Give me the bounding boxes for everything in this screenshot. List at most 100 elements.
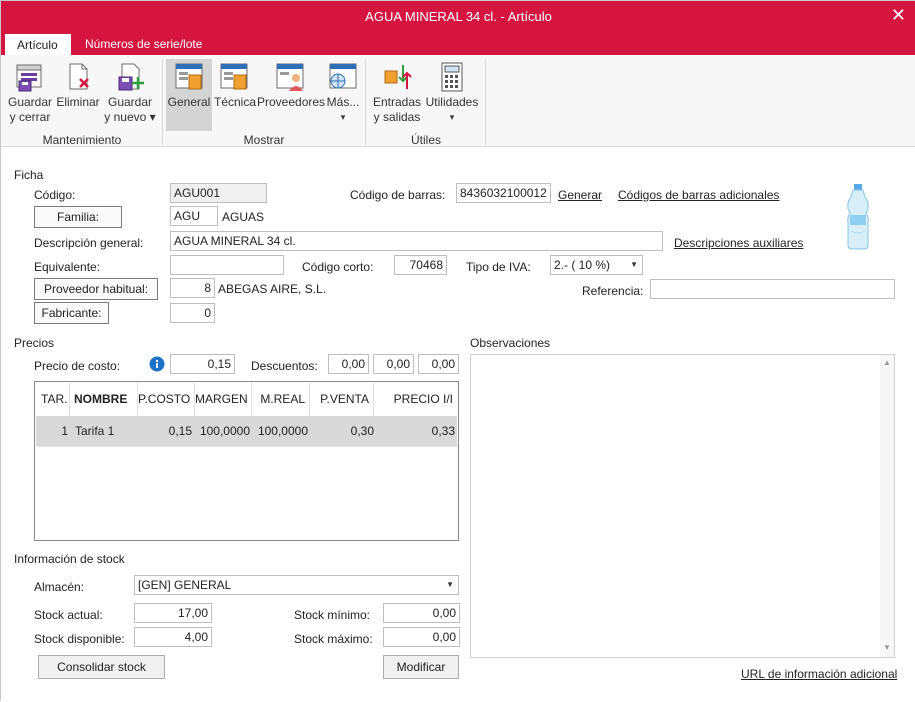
col-mreal[interactable]: M.REAL	[252, 382, 310, 416]
descripcion-field[interactable]: AGUA MINERAL 34 cl.	[170, 231, 663, 251]
delete-icon	[69, 63, 89, 90]
tab-bar: Artículo Números de serie/lote	[1, 33, 915, 55]
chevron-down-icon[interactable]: ▼	[446, 576, 454, 594]
mas-button[interactable]: Más... ▾	[325, 61, 361, 125]
scroll-down-icon[interactable]: ▼	[882, 643, 892, 653]
group-mostrar: Mostrar	[243, 133, 285, 147]
fabricante-button[interactable]: Fabricante:	[34, 302, 109, 324]
entradas-salidas-button[interactable]: Entradas y salidas	[371, 61, 423, 125]
suppliers-icon	[276, 63, 304, 91]
general-label: General	[167, 95, 211, 109]
almacen-select[interactable]: [GEN] GENERAL ▼	[134, 575, 459, 595]
tab-articulo[interactable]: Artículo	[4, 33, 72, 55]
stock-disponible-label: Stock disponible:	[34, 632, 125, 646]
section-observaciones: Observaciones	[470, 336, 551, 350]
ribbon-separator	[365, 59, 366, 145]
delete-label: Eliminar	[56, 95, 100, 109]
group-utiles: Útiles	[410, 133, 441, 147]
col-precio-ii[interactable]: PRECIO I/I	[374, 382, 457, 416]
proveedor-habitual-button[interactable]: Proveedor habitual:	[34, 278, 158, 300]
delete-button[interactable]: Eliminar	[55, 61, 101, 110]
referencia-field[interactable]	[650, 279, 895, 299]
tipo-iva-value: 2.- ( 10 %)	[554, 258, 611, 272]
tecnica-button[interactable]: Técnica	[214, 61, 256, 110]
col-margen[interactable]: MARGEN	[195, 382, 252, 416]
calculator-icon	[441, 62, 463, 92]
utilidades-button[interactable]: Utilidades ▾	[425, 61, 479, 125]
info-icon[interactable]	[149, 356, 165, 372]
article-window: AGUA MINERAL 34 cl. - Artículo ✕ Artícul…	[0, 0, 915, 702]
stock-actual-label: Stock actual:	[34, 608, 103, 622]
modificar-button[interactable]: Modificar	[383, 655, 459, 679]
col-pcosto[interactable]: P.COSTO	[138, 382, 195, 416]
general-button[interactable]: General	[166, 59, 212, 131]
descuento-1-field[interactable]: 0,00	[328, 354, 369, 374]
codigo-barras-field[interactable]: 8436032100012	[456, 183, 551, 203]
consolidar-stock-button[interactable]: Consolidar stock	[38, 655, 165, 679]
referencia-label: Referencia:	[582, 284, 644, 298]
chevron-down-icon[interactable]: ▼	[630, 256, 638, 274]
form-technical-icon	[220, 63, 248, 90]
stock-maximo-field[interactable]: 0,00	[383, 627, 460, 647]
codigo-field[interactable]: AGU001	[170, 183, 267, 203]
familia-button[interactable]: Familia:	[34, 206, 122, 228]
descuentos-label: Descuentos:	[251, 359, 318, 373]
ribbon-separator	[485, 59, 486, 145]
almacen-label: Almacén:	[34, 580, 85, 594]
proveedores-button[interactable]: Proveedores	[257, 61, 326, 110]
col-nombre[interactable]: NOMBRE	[70, 382, 138, 416]
stock-actual-field[interactable]: 17,00	[134, 603, 212, 623]
save-close-label-2: y cerrar	[9, 110, 51, 124]
col-pventa[interactable]: P.VENTA	[310, 382, 374, 416]
utilidades-label: Utilidades	[425, 95, 479, 109]
observaciones-textarea[interactable]: ▲ ▼	[470, 354, 895, 658]
section-stock: Información de stock	[14, 552, 125, 566]
tipo-iva-select[interactable]: 2.- ( 10 %) ▼	[550, 255, 643, 275]
cell-tar: 1	[61, 424, 68, 438]
tipo-iva-label: Tipo de IVA:	[466, 260, 531, 274]
mas-label: Más...	[326, 95, 360, 109]
save-close-button[interactable]: Guardar y cerrar	[7, 61, 53, 125]
group-mantenimiento: Mantenimiento	[42, 133, 122, 147]
codigo-label: Código:	[34, 188, 76, 202]
scroll-up-icon[interactable]: ▲	[882, 358, 892, 368]
table-row[interactable]: 1 Tarifa 1 0,15 100,0000 100,0000 0,30 0…	[36, 416, 457, 446]
tab-numeros-serie-lote[interactable]: Números de serie/lote	[73, 33, 214, 55]
form-general-icon	[175, 63, 203, 90]
section-ficha: Ficha	[14, 168, 44, 182]
url-informacion-link[interactable]: URL de información adicional	[741, 667, 897, 681]
save-close-label-1: Guardar	[7, 95, 53, 109]
close-icon[interactable]: ✕	[891, 5, 906, 26]
precio-costo-field[interactable]: 0,15	[170, 354, 235, 374]
generar-link[interactable]: Generar	[558, 188, 602, 202]
almacen-value: [GEN] GENERAL	[138, 578, 232, 592]
observaciones-scrollbar[interactable]: ▲ ▼	[880, 355, 894, 657]
codigo-barras-label: Código de barras:	[350, 188, 446, 202]
title-bar: AGUA MINERAL 34 cl. - Artículo ✕	[1, 1, 915, 33]
cell-nombre: Tarifa 1	[75, 424, 115, 438]
equivalente-field[interactable]	[170, 255, 284, 275]
tarifas-grid[interactable]: TAR. NOMBRE P.COSTO MARGEN M.REAL P.VENT…	[34, 381, 459, 541]
stock-disponible-field[interactable]: 4,00	[134, 627, 212, 647]
fabricante-field[interactable]: 0	[170, 303, 215, 323]
stock-minimo-field[interactable]: 0,00	[383, 603, 460, 623]
proveedor-code-field[interactable]: 8	[170, 278, 215, 298]
col-tar[interactable]: TAR.	[35, 382, 70, 416]
descuento-3-field[interactable]: 0,00	[418, 354, 459, 374]
codigos-adicionales-link[interactable]: Códigos de barras adicionales	[618, 188, 779, 202]
ribbon: Guardar y cerrar Eliminar Guardar y nuev…	[1, 55, 915, 147]
chevron-down-icon: ▾	[340, 112, 346, 122]
descuento-2-field[interactable]: 0,00	[373, 354, 414, 374]
familia-code-field[interactable]: AGU	[170, 206, 218, 226]
save-new-button[interactable]: Guardar y nuevo ▾	[103, 61, 157, 125]
proveedores-label: Proveedores	[257, 95, 326, 109]
chevron-down-icon: ▾	[449, 112, 455, 122]
proveedor-name: ABEGAS AIRE, S.L.	[218, 282, 327, 296]
precio-costo-label: Precio de costo:	[34, 359, 121, 373]
descripciones-auxiliares-link[interactable]: Descripciones auxiliares	[674, 236, 803, 250]
entradas-label-1: Entradas	[372, 95, 422, 109]
cell-pcosto: 0,15	[168, 424, 192, 438]
in-out-icon	[384, 65, 412, 89]
codigo-corto-field[interactable]: 70468	[394, 255, 447, 275]
descripcion-label: Descripción general:	[34, 236, 144, 250]
